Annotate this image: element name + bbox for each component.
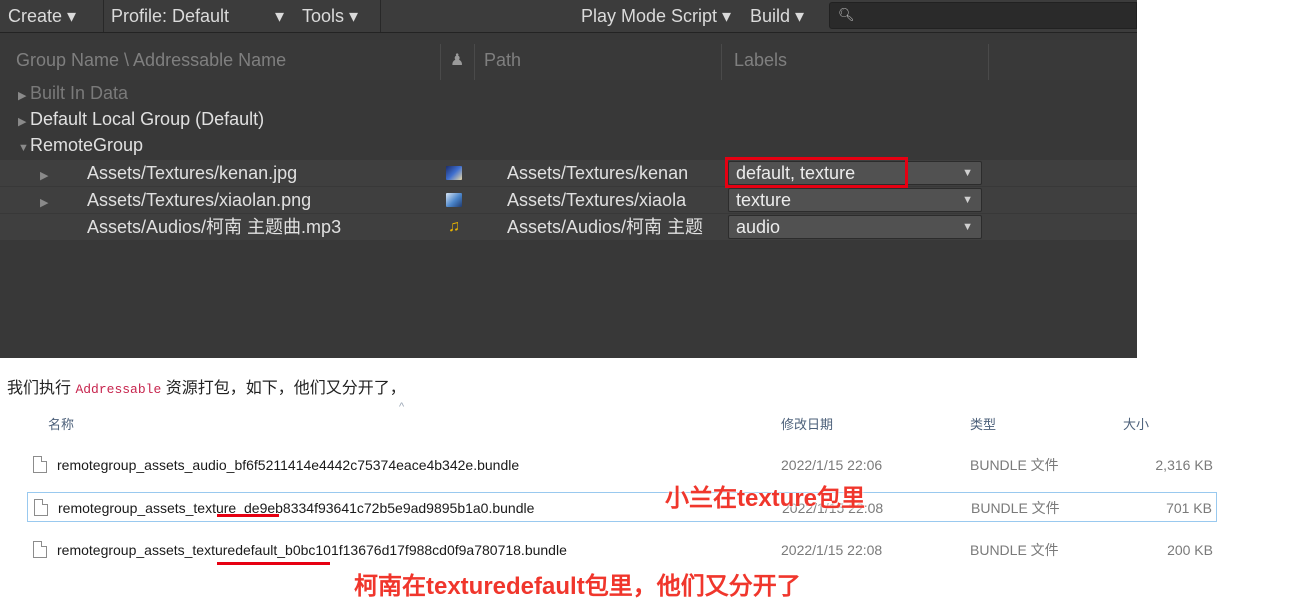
profile-caret-icon[interactable]: ▾ <box>275 0 284 32</box>
file-name: remotegroup_assets_texture_de9eb8334f936… <box>58 500 535 516</box>
group-name: Built In Data <box>30 83 129 103</box>
date-column-header[interactable]: 修改日期 <box>781 414 833 433</box>
caption-text: 我们执行 Addressable 资源打包，如下，他们又分开了， <box>7 374 406 398</box>
caption-code: Addressable <box>75 382 162 397</box>
entry-name: Assets/Audios/柯南 主题曲.mp3 <box>87 217 342 237</box>
column-separator[interactable] <box>721 44 722 80</box>
entry-path: Assets/Textures/kenan <box>507 163 689 183</box>
labels-dropdown[interactable]: audio ▼ <box>728 215 982 239</box>
profile-dropdown[interactable]: Profile: Default <box>111 0 229 32</box>
dropdown-caret-icon: ▼ <box>962 221 973 233</box>
texture-thumb-icon <box>446 193 462 207</box>
column-header: Group Name \ Addressable Name ♟ Path Lab… <box>0 40 1137 80</box>
entry-path: Assets/Audios/柯南 主题 <box>507 217 704 237</box>
search-input[interactable]: 🔍︎ <box>829 2 1137 29</box>
file-type: BUNDLE 文件 <box>971 500 1060 516</box>
group-name-column-header[interactable]: Group Name \ Addressable Name <box>16 40 286 80</box>
annotation-note-xiaolan: 小兰在texture包里 <box>665 485 866 512</box>
file-size: 2,316 KB <box>1155 457 1213 473</box>
caption-before: 我们执行 <box>7 380 76 397</box>
file-size: 701 KB <box>1166 500 1212 516</box>
size-column-header[interactable]: 大小 <box>1123 414 1149 433</box>
labels-column-header[interactable]: Labels <box>734 40 787 80</box>
tools-menu-button[interactable]: Tools ▾ <box>302 0 358 32</box>
column-separator[interactable] <box>988 44 989 80</box>
file-icon <box>33 456 47 473</box>
underline-annotation <box>217 514 279 517</box>
type-column-header[interactable]: 类型 <box>970 414 996 433</box>
expand-arrow-icon[interactable]: ▶ <box>18 83 30 106</box>
create-menu-button[interactable]: Create ▾ <box>8 0 76 32</box>
toolbar: Create ▾ Profile: Default ▾ Tools ▾ Play… <box>0 0 1137 33</box>
expand-arrow-icon[interactable]: ▶ <box>18 109 30 132</box>
column-separator[interactable] <box>474 44 475 80</box>
asset-type-icon: ♟ <box>450 52 465 69</box>
expand-arrow-icon[interactable]: ▶ <box>40 190 52 213</box>
asset-entry-row[interactable]: Assets/Audios/柯南 主题曲.mp3 ♫ Assets/Audios… <box>0 214 1137 240</box>
file-name: remotegroup_assets_audio_bf6f5211414e444… <box>57 457 520 473</box>
texture-thumb-icon <box>446 166 462 180</box>
audio-note-icon: ♫ <box>448 218 460 235</box>
sort-caret-icon: ^ <box>399 401 405 413</box>
file-size: 200 KB <box>1167 542 1213 558</box>
entry-name: Assets/Textures/xiaolan.png <box>87 190 312 210</box>
group-name: RemoteGroup <box>30 135 144 155</box>
labels-value: texture <box>736 190 792 210</box>
toolbar-separator <box>103 0 104 32</box>
annotation-note-kenan: 柯南在texturedefault包里，他们又分开了 <box>354 573 801 600</box>
entry-path: Assets/Textures/xiaola <box>507 190 687 210</box>
labels-value: audio <box>736 217 781 237</box>
file-type: BUNDLE 文件 <box>970 457 1059 473</box>
file-name: remotegroup_assets_texturedefault_b0bc10… <box>57 542 567 558</box>
build-menu-button[interactable]: Build ▾ <box>750 0 804 32</box>
search-icon: 🔍︎ <box>838 7 855 22</box>
path-column-header[interactable]: Path <box>484 40 521 80</box>
file-icon <box>33 541 47 558</box>
play-mode-script-dropdown[interactable]: Play Mode Script ▾ <box>581 0 731 32</box>
file-date: 2022/1/15 22:06 <box>781 457 883 473</box>
asset-entry-row[interactable]: ▶ Assets/Textures/xiaolan.png Assets/Tex… <box>0 187 1137 213</box>
caption-after: 资源打包，如下，他们又分开了， <box>161 380 406 397</box>
file-icon <box>34 499 48 516</box>
expand-arrow-icon[interactable]: ▶ <box>40 163 52 186</box>
dropdown-caret-icon: ▼ <box>962 167 973 179</box>
name-column-header[interactable]: 名称 <box>48 414 74 433</box>
file-row[interactable]: remotegroup_assets_texturedefault_b0bc10… <box>27 535 1217 565</box>
toolbar-separator <box>380 0 381 32</box>
group-row[interactable]: ▶ Built In Data <box>0 80 1137 106</box>
column-separator[interactable] <box>440 44 441 80</box>
addressables-groups-window: Create ▾ Profile: Default ▾ Tools ▾ Play… <box>0 0 1137 358</box>
group-row[interactable]: ▶ Default Local Group (Default) <box>0 106 1137 132</box>
file-date: 2022/1/15 22:08 <box>781 542 883 558</box>
entry-name: Assets/Textures/kenan.jpg <box>87 163 298 183</box>
dropdown-caret-icon: ▼ <box>962 194 973 206</box>
collapse-arrow-icon[interactable]: ▼ <box>18 135 30 158</box>
underline-annotation <box>217 562 330 565</box>
file-row[interactable]: remotegroup_assets_texture_de9eb8334f936… <box>27 492 1217 522</box>
labels-dropdown[interactable]: texture ▼ <box>728 188 982 212</box>
file-type: BUNDLE 文件 <box>970 542 1059 558</box>
group-name: Default Local Group (Default) <box>30 109 265 129</box>
asset-entry-row[interactable]: ▶ Assets/Textures/kenan.jpg Assets/Textu… <box>0 160 1137 186</box>
highlight-box <box>725 157 908 188</box>
file-row[interactable]: remotegroup_assets_audio_bf6f5211414e444… <box>27 450 1217 480</box>
group-row[interactable]: ▼RemoteGroup <box>0 132 1137 158</box>
